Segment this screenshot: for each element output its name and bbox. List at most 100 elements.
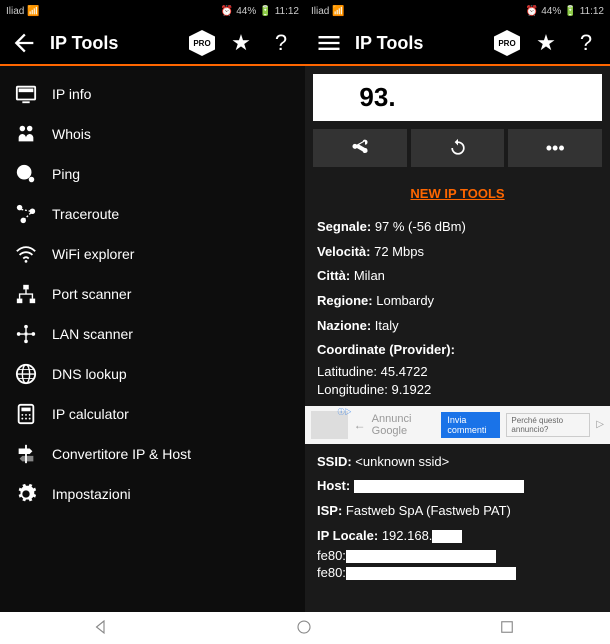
menu-label: Impostazioni — [52, 486, 131, 502]
ssid-label: SSID: — [317, 454, 352, 469]
clock-label: 11:12 — [275, 6, 299, 17]
battery-icon: 🔋 — [564, 6, 576, 17]
star-icon[interactable]: ★ — [227, 29, 255, 57]
ad-thumbnail: ⓘ▷ — [311, 411, 348, 439]
gear-icon — [14, 482, 38, 506]
signal-label: Segnale: — [317, 219, 371, 234]
lan-icon — [14, 322, 38, 346]
menu-item-dns[interactable]: DNS lookup — [0, 354, 305, 394]
app-title: IP Tools — [355, 33, 482, 54]
ad-banner[interactable]: ⓘ▷ ← Annunci Google Invia commenti Perch… — [305, 406, 610, 444]
fe80-1: fe80: — [317, 548, 346, 563]
lon-value: 9.1922 — [391, 382, 431, 397]
alarm-icon: ⏰ — [526, 6, 538, 17]
status-bar: Iliad 📶 ⏰ 44% 🔋 11:12 — [0, 0, 305, 22]
ad-play-icon: ▷ — [596, 419, 604, 430]
android-nav-bar — [0, 612, 610, 644]
battery-label: 44% — [541, 6, 561, 17]
nation-label: Nazione: — [317, 318, 371, 333]
signpost-icon — [14, 442, 38, 466]
ssid-value: <unknown ssid> — [355, 454, 449, 469]
signal-value: 97 % (-56 dBm) — [375, 219, 466, 234]
isp-label: ISP: — [317, 503, 342, 518]
nav-home-button[interactable] — [295, 618, 315, 638]
monitor-icon — [14, 82, 38, 106]
menu-item-converter[interactable]: Convertitore IP & Host — [0, 434, 305, 474]
ad-feedback-button[interactable]: Invia commenti — [441, 412, 500, 438]
city-value: Milan — [354, 268, 385, 283]
pro-badge[interactable]: PRO — [189, 30, 215, 56]
more-button[interactable]: ••• — [508, 129, 602, 167]
menu-label: Traceroute — [52, 206, 119, 222]
ad-title: Annunci Google — [372, 413, 436, 437]
clock-label: 11:12 — [580, 6, 604, 17]
redacted — [346, 567, 516, 580]
signal-icon: 📶 — [27, 6, 39, 17]
pro-badge[interactable]: PRO — [494, 30, 520, 56]
menu-item-settings[interactable]: Impostazioni — [0, 474, 305, 514]
isp-value: Fastweb SpA (Fastweb PAT) — [346, 503, 511, 518]
nav-back-button[interactable] — [92, 618, 112, 638]
lat-value: 45.4722 — [381, 364, 428, 379]
wifi-icon — [14, 242, 38, 266]
menu-item-ipcalc[interactable]: IP calculator — [0, 394, 305, 434]
battery-icon: 🔋 — [259, 6, 271, 17]
status-bar: Iliad 📶 ⏰ 44% 🔋 11:12 — [305, 0, 610, 22]
menu-label: DNS lookup — [52, 366, 127, 382]
nation-value: Italy — [375, 318, 399, 333]
share-button[interactable] — [313, 129, 407, 167]
nav-recent-button[interactable] — [498, 618, 518, 638]
link-banner: NEW IP TOOLS — [305, 173, 610, 215]
people-icon — [14, 122, 38, 146]
help-icon[interactable]: ? — [572, 29, 600, 57]
redacted — [432, 530, 462, 543]
new-tools-link[interactable]: NEW IP TOOLS — [410, 186, 504, 201]
lon-label: Longitudine: — [317, 382, 388, 397]
redacted — [346, 550, 496, 563]
speed-value: 72 Mbps — [374, 244, 424, 259]
app-bar: IP Tools PRO ★ ? — [305, 22, 610, 66]
menu-label: Whois — [52, 126, 91, 142]
action-row: ••• — [305, 129, 610, 167]
signal-icon: 📶 — [332, 6, 344, 17]
menu-item-wifi[interactable]: WiFi explorer — [0, 234, 305, 274]
lat-label: Latitudine: — [317, 364, 377, 379]
menu-label: IP calculator — [52, 406, 129, 422]
paddle-icon — [14, 162, 38, 186]
iplocal-value: 192.168. — [382, 528, 433, 543]
city-label: Città: — [317, 268, 350, 283]
host-label: Host: — [317, 478, 350, 493]
menu-item-lanscan[interactable]: LAN scanner — [0, 314, 305, 354]
menu-label: Port scanner — [52, 286, 131, 302]
menu-item-ipinfo[interactable]: IP info — [0, 74, 305, 114]
network-icon — [14, 282, 38, 306]
redacted — [354, 480, 524, 493]
ip-address-display: 93. — [313, 74, 602, 121]
star-icon[interactable]: ★ — [532, 29, 560, 57]
redacted — [396, 87, 556, 111]
menu-label: LAN scanner — [52, 326, 133, 342]
coord-label: Coordinate (Provider): — [317, 342, 455, 357]
help-icon[interactable]: ? — [267, 29, 295, 57]
carrier-label: Iliad — [6, 6, 24, 17]
iplocal-label: IP Locale: — [317, 528, 378, 543]
region-label: Regione: — [317, 293, 373, 308]
ad-why-button[interactable]: Perché questo annuncio? — [506, 413, 590, 437]
speed-label: Velocità: — [317, 244, 370, 259]
menu-label: Ping — [52, 166, 80, 182]
hamburger-icon[interactable] — [315, 29, 343, 57]
info-panel-2: SSID: <unknown ssid> Host: ISP: Fastweb … — [305, 450, 610, 583]
refresh-button[interactable] — [411, 129, 505, 167]
menu-label: IP info — [52, 86, 91, 102]
ad-back-icon: ← — [354, 418, 366, 432]
menu-item-whois[interactable]: Whois — [0, 114, 305, 154]
region-value: Lombardy — [376, 293, 434, 308]
alarm-icon: ⏰ — [221, 6, 233, 17]
battery-label: 44% — [236, 6, 256, 17]
back-icon[interactable] — [10, 29, 38, 57]
menu-item-portscan[interactable]: Port scanner — [0, 274, 305, 314]
menu-item-traceroute[interactable]: Traceroute — [0, 194, 305, 234]
globe-icon — [14, 362, 38, 386]
menu-item-ping[interactable]: Ping — [0, 154, 305, 194]
ad-tag-icon: ⓘ▷ — [338, 407, 352, 417]
